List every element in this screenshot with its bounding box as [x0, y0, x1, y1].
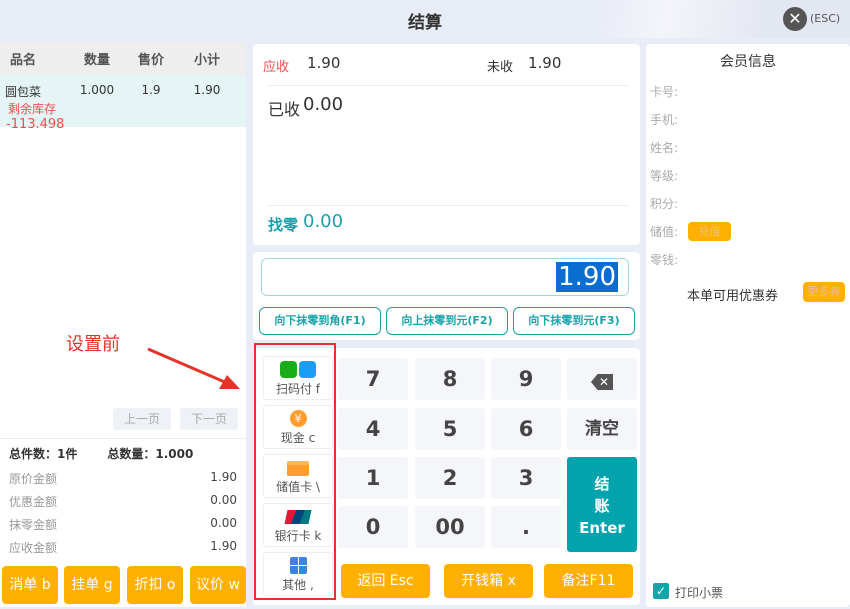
- stock-label: 剩余库存: [8, 102, 57, 116]
- summary-label: 原价金额: [9, 472, 58, 486]
- more-coupons-button[interactable]: 更多券: [803, 282, 845, 302]
- receivable-value: 1.90: [307, 54, 341, 72]
- summary-row: 抹零金额 0.00: [9, 516, 237, 539]
- backspace-icon: ✕: [590, 374, 614, 390]
- member-phone-label: 手机:: [650, 113, 679, 127]
- divider: [268, 205, 628, 206]
- member-balance-label: 储值:: [650, 225, 679, 239]
- checkout-label: Enter: [579, 519, 625, 537]
- coupon-label: 本单可用优惠券: [687, 289, 779, 304]
- print-receipt-label: 打印小票: [675, 586, 724, 600]
- payment-summary: 应收 1.90 未收 1.90 已收 0.00 找零 0.00: [253, 44, 640, 245]
- summary-value: 1.90: [210, 539, 237, 553]
- key-4[interactable]: 4: [338, 408, 408, 450]
- item-name: 圆包菜: [5, 85, 42, 99]
- unpaid-label: 未收: [487, 60, 514, 75]
- amount-panel: 1.90 向下抹零到角(F1) 向上抹零到元(F2) 向下抹零到元(F3): [253, 252, 640, 340]
- item-qty: 1.000: [79, 83, 115, 97]
- recharge-button[interactable]: 充值: [688, 222, 731, 241]
- print-receipt-checkbox[interactable]: ✓: [653, 583, 669, 599]
- page-title: 结算: [408, 13, 442, 33]
- summary-value: 1.90: [210, 470, 237, 484]
- table-row[interactable]: 圆包菜 1.000 1.9 1.90 剩余库存 -113.498: [0, 75, 246, 132]
- hold-order-button[interactable]: 挂单 g: [64, 566, 120, 604]
- round-up-yuan-button[interactable]: 向上抹零到元(F2): [386, 307, 508, 335]
- receivable-label: 应收: [263, 60, 290, 75]
- member-card-label: 卡号:: [650, 85, 679, 99]
- summary-row: 应收金额 1.90: [9, 539, 237, 562]
- key-7[interactable]: 7: [338, 358, 408, 400]
- checkout-label: 账: [594, 497, 610, 515]
- member-level-label: 等级:: [650, 169, 679, 183]
- key-5[interactable]: 5: [415, 408, 485, 450]
- key-9[interactable]: 9: [491, 358, 561, 400]
- round-down-jiao-button[interactable]: 向下抹零到角(F1): [259, 307, 381, 335]
- summary-value: 0.00: [210, 516, 237, 530]
- unpaid-value: 1.90: [528, 54, 562, 72]
- change-label: 找零: [268, 216, 299, 234]
- header: 结算 ✕ (ESC): [0, 0, 850, 38]
- open-cash-drawer-button[interactable]: 开钱箱 x: [444, 564, 533, 598]
- item-price: 1.9: [141, 83, 161, 97]
- divider: [268, 85, 628, 86]
- checkout-label: 结: [594, 475, 610, 493]
- member-panel: 会员信息 卡号: 手机: 姓名: 等级: 积分: 储值: 充值 零钱: 本单可用…: [646, 44, 850, 607]
- summary-label: 抹零金额: [9, 518, 58, 532]
- member-points-label: 积分:: [650, 197, 679, 211]
- summary-label: 应收金额: [9, 541, 58, 555]
- member-name-label: 姓名:: [650, 141, 679, 155]
- annotation-arrow-icon: [147, 347, 240, 389]
- summary-value: 0.00: [210, 493, 237, 507]
- total-items: 总件数：1件: [9, 447, 78, 461]
- key-0[interactable]: 0: [338, 506, 408, 548]
- annotation-text: 设置前: [66, 334, 120, 355]
- discount-button[interactable]: 折扣 o: [127, 566, 183, 604]
- amount-value: 1.90: [556, 262, 618, 292]
- key-6[interactable]: 6: [491, 408, 561, 450]
- member-change-label: 零钱:: [650, 253, 679, 267]
- checkout-button[interactable]: 结 账 Enter: [567, 457, 637, 552]
- remark-button[interactable]: 备注F11: [544, 564, 633, 598]
- annotation-highlight-box: [254, 343, 336, 600]
- key-3[interactable]: 3: [491, 457, 561, 499]
- col-subtotal: 小计: [193, 53, 220, 68]
- key-2[interactable]: 2: [415, 457, 485, 499]
- key-dot[interactable]: .: [491, 506, 561, 548]
- key-1[interactable]: 1: [338, 457, 408, 499]
- back-button[interactable]: 返回 Esc: [341, 564, 430, 598]
- col-qty: 数量: [83, 53, 110, 68]
- summary-label: 优惠金额: [9, 495, 58, 509]
- backspace-button[interactable]: ✕: [567, 358, 637, 400]
- col-name: 品名: [10, 53, 37, 68]
- item-subtotal: 1.90: [193, 83, 221, 97]
- stock-value: -113.498: [6, 117, 65, 132]
- void-order-button[interactable]: 消单 b: [2, 566, 58, 604]
- prev-page-button[interactable]: 上一页: [113, 408, 171, 430]
- col-price: 售价: [137, 53, 164, 68]
- next-page-button[interactable]: 下一页: [180, 408, 238, 430]
- round-down-yuan-button[interactable]: 向下抹零到元(F3): [513, 307, 635, 335]
- received-value: 0.00: [303, 94, 344, 115]
- table-header: 品名 数量 售价 小计: [0, 42, 246, 75]
- summary-row: 原价金额 1.90: [9, 470, 237, 493]
- key-00[interactable]: 00: [415, 506, 485, 548]
- member-title: 会员信息: [720, 54, 776, 70]
- cart-panel: 品名 数量 售价 小计 圆包菜 1.000 1.9 1.90 剩余库存 -113…: [0, 42, 246, 607]
- summary: 总件数：1件 总数量：1.000 原价金额 1.90 优惠金额 0.00 抹零金额 0.…: [0, 438, 246, 568]
- total-qty: 总数量：1.000: [107, 447, 194, 461]
- close-icon[interactable]: ✕: [783, 7, 807, 31]
- bargain-button[interactable]: 议价 w: [190, 566, 246, 604]
- esc-hint: (ESC): [810, 12, 841, 25]
- change-value: 0.00: [303, 211, 344, 232]
- received-label: 已收: [268, 100, 301, 119]
- summary-row: 优惠金额 0.00: [9, 493, 237, 516]
- amount-input[interactable]: 1.90: [261, 258, 629, 296]
- clear-button[interactable]: 清空: [567, 408, 637, 450]
- key-8[interactable]: 8: [415, 358, 485, 400]
